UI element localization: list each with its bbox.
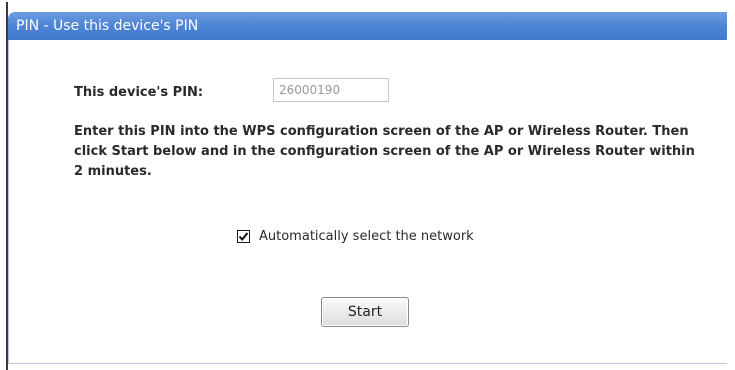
instructions-text: Enter this PIN into the WPS configuratio…	[74, 124, 695, 179]
auto-select-label[interactable]: Automatically select the network	[259, 229, 474, 244]
auto-select-option[interactable]: Automatically select the network	[237, 226, 474, 244]
pin-field: 26000190	[273, 78, 389, 102]
start-button[interactable]: Start	[321, 297, 409, 327]
checkmark-icon	[238, 232, 249, 242]
dialog-title: PIN - Use this device's PIN	[16, 18, 199, 34]
auto-select-checkbox[interactable]	[237, 230, 250, 243]
dialog-content: This device's PIN: 26000190 Enter this P…	[8, 40, 727, 364]
pin-label: This device's PIN:	[74, 85, 204, 100]
dialog-title-bar: PIN - Use this device's PIN	[8, 12, 727, 40]
